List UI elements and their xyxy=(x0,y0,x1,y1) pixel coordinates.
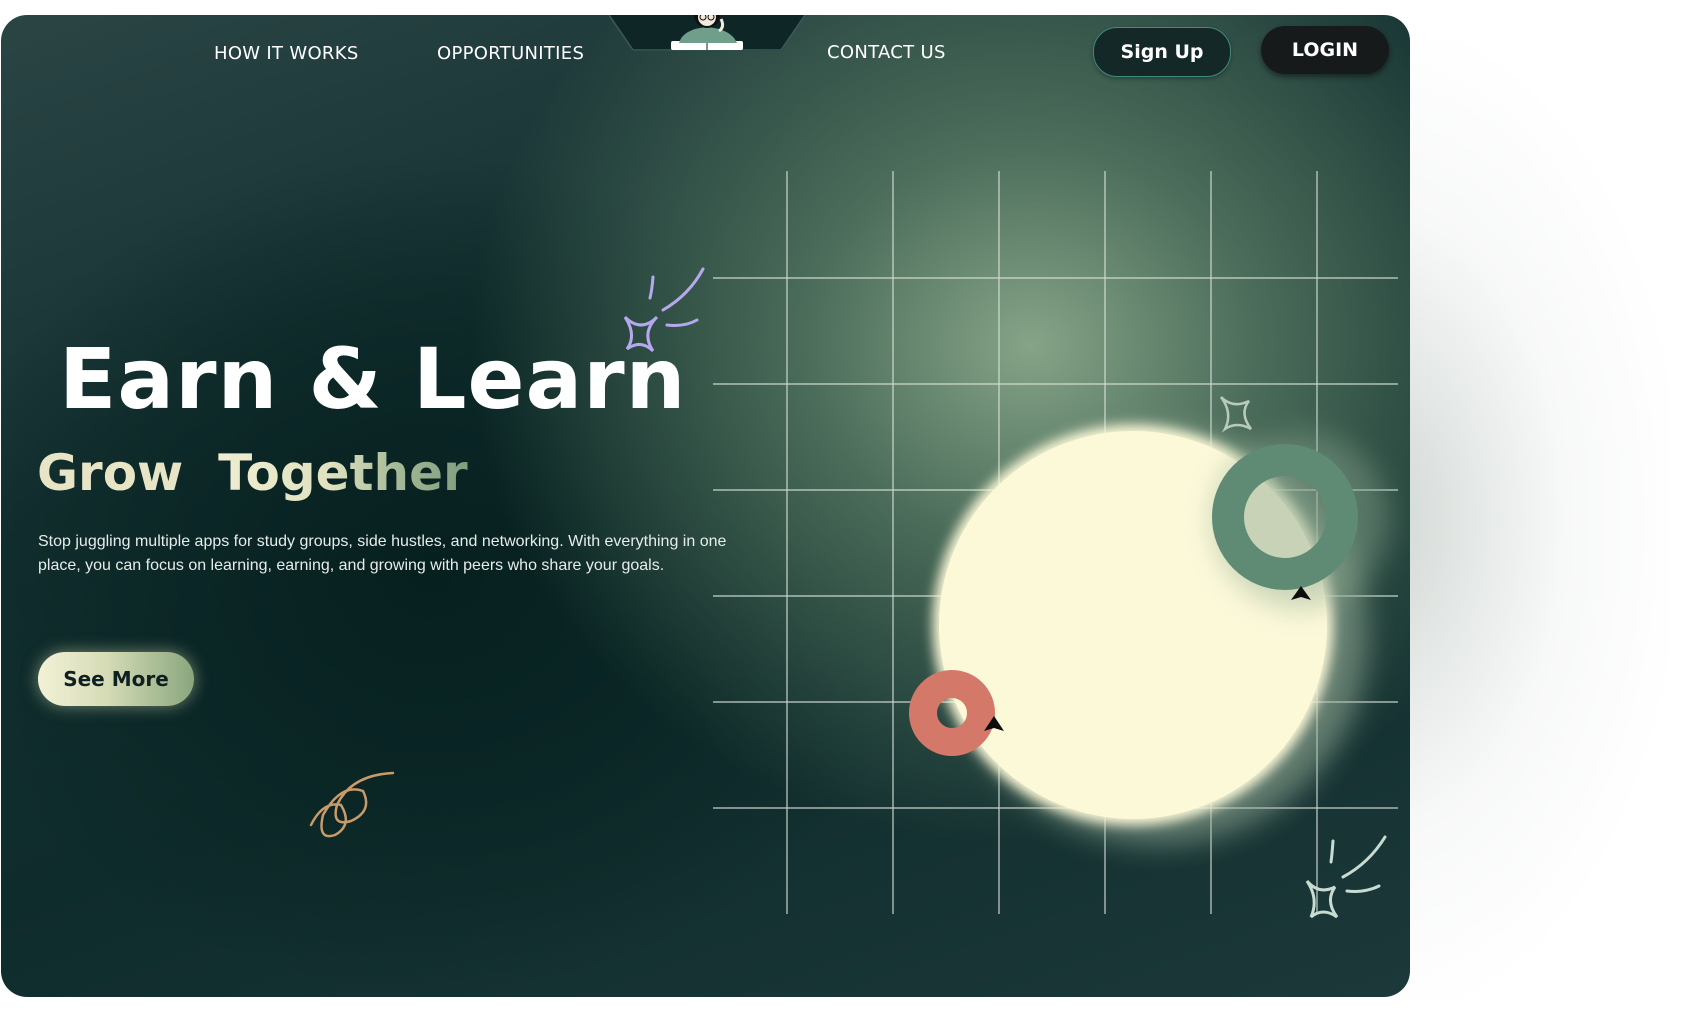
nav-opportunities[interactable]: OPPORTUNITIES xyxy=(437,43,584,64)
nav-how-it-works[interactable]: HOW IT WORKS xyxy=(214,43,359,64)
cursor-icon xyxy=(1291,586,1311,600)
hero-title: Earn & Learn xyxy=(59,330,687,428)
cursor-icon xyxy=(984,716,1004,731)
sparkle-icon xyxy=(1219,396,1253,433)
subtitle-grow: Grow xyxy=(37,444,184,502)
green-ring xyxy=(1212,444,1358,590)
big-cream-circle xyxy=(933,425,1333,825)
hero-section: HOW IT WORKS OPPORTUNITIES CONTACT US Si… xyxy=(1,15,1410,997)
hero-description: Stop juggling multiple apps for study gr… xyxy=(38,533,727,574)
signup-button[interactable]: Sign Up xyxy=(1093,27,1231,77)
hero-illustration xyxy=(309,171,1398,919)
swirl-icon xyxy=(309,771,395,838)
hero-subtitle: Grow Together xyxy=(37,448,468,498)
login-button[interactable]: LOGIN xyxy=(1261,26,1389,74)
coral-ring xyxy=(909,670,995,756)
see-more-button[interactable]: See More xyxy=(38,652,194,706)
nav-contact-us[interactable]: CONTACT US xyxy=(827,42,946,63)
big-circle-shadow xyxy=(951,429,1367,845)
sparkle-icon xyxy=(1305,835,1387,919)
avatar-illustration[interactable] xyxy=(661,15,753,51)
grid-lines xyxy=(713,171,1398,914)
subtitle-together: Together xyxy=(218,444,468,502)
